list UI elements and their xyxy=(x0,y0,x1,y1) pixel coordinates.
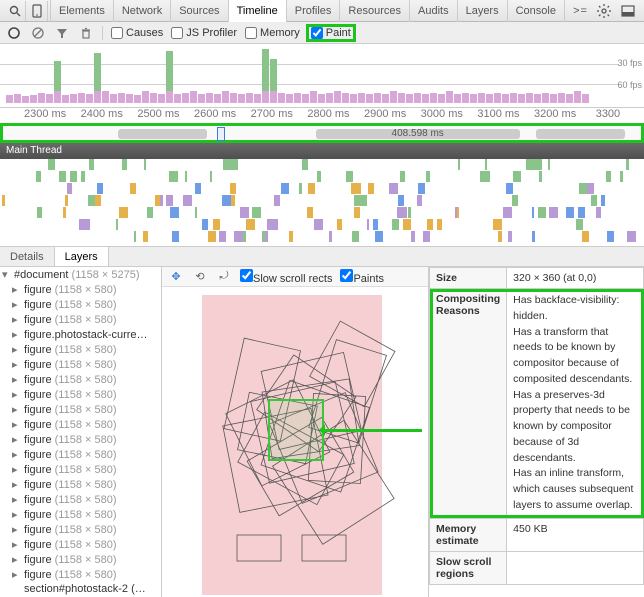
paint-label: Paint xyxy=(326,27,351,39)
subtab-details[interactable]: Details xyxy=(0,247,55,266)
overview-duration: 408.598 ms xyxy=(392,128,444,139)
paint-checkbox[interactable]: Paint xyxy=(308,26,354,40)
fps-60-label: 60 fps xyxy=(617,80,642,90)
dock-icon[interactable] xyxy=(616,1,640,21)
tree-row[interactable]: ▸ figure (1158 × 580) xyxy=(0,462,161,477)
layer-properties: Size 320 × 360 (at 0,0) Compositing Reas… xyxy=(428,267,644,597)
slow-rects-label: Slow scroll rects xyxy=(253,273,332,285)
tab-audits[interactable]: Audits xyxy=(409,0,457,22)
ruler-tick: 2700 ms xyxy=(251,108,293,120)
causes-checkbox[interactable]: Causes xyxy=(111,27,163,39)
record-icon[interactable] xyxy=(6,25,22,41)
tree-row[interactable]: ▸ figure (1158 × 580) xyxy=(0,357,161,372)
prop-size-key: Size xyxy=(430,268,507,289)
time-ruler: 2300 ms 2400 ms 2500 ms 2600 ms 2700 ms 2800 … xyxy=(0,108,644,123)
ruler-tick: 2600 ms xyxy=(194,108,236,120)
jsprofiler-label: JS Profiler xyxy=(186,27,237,39)
garbage-icon[interactable] xyxy=(78,25,94,41)
tree-row[interactable]: ▸ figure (1158 × 580) xyxy=(0,492,161,507)
causes-label: Causes xyxy=(126,27,163,39)
rotate-icon[interactable]: ⟲ xyxy=(192,269,208,285)
prop-size-val: 320 × 360 (at 0,0) xyxy=(507,268,644,289)
tree-row[interactable]: section#photostack-2 (… xyxy=(0,582,161,596)
tree-row[interactable]: ▸ figure (1158 × 580) xyxy=(0,402,161,417)
paints-checkbox[interactable]: Paints xyxy=(340,269,384,285)
prop-ssr-key: Slow scroll regions xyxy=(430,551,507,584)
prop-comp-key: Compositing Reasons xyxy=(430,289,507,519)
ruler-tick: 2300 ms xyxy=(24,108,66,120)
device-icon[interactable] xyxy=(26,1,48,21)
ruler-tick: 3000 ms xyxy=(421,108,463,120)
annotation-arrow xyxy=(322,429,422,432)
tree-row[interactable]: ▸ figure (1158 × 580) xyxy=(0,387,161,402)
tree-row[interactable]: ▾ #document (1158 × 5275) xyxy=(0,267,161,282)
reset-icon[interactable]: ⤾ xyxy=(216,269,232,285)
fps-chart[interactable]: 30 fps 60 fps xyxy=(0,44,644,108)
tab-network[interactable]: Network xyxy=(113,0,170,22)
ruler-tick: 2800 ms xyxy=(307,108,349,120)
paints-label: Paints xyxy=(353,273,384,285)
tree-row[interactable]: ▸ figure (1158 × 580) xyxy=(0,417,161,432)
tab-layers[interactable]: Layers xyxy=(457,0,507,22)
tree-row[interactable]: ▸ figure (1158 × 580) xyxy=(0,507,161,522)
layer-tree[interactable]: ▾ #document (1158 × 5275)▸ figure (1158 … xyxy=(0,267,162,597)
subtab-layers[interactable]: Layers xyxy=(55,247,109,266)
tree-row[interactable]: ▸ figure (1158 × 580) xyxy=(0,282,161,297)
flame-chart[interactable] xyxy=(0,159,644,247)
tree-row[interactable]: ▸ figure (1158 × 580) xyxy=(0,477,161,492)
tree-row[interactable]: ▸ figure (1158 × 580) xyxy=(0,567,161,582)
tree-row[interactable]: ▸ figure (1158 × 580) xyxy=(0,432,161,447)
tree-row[interactable]: ▸ figure (1158 × 580) xyxy=(0,312,161,327)
main-thread-header: Main Thread xyxy=(0,143,644,159)
tab-resources[interactable]: Resources xyxy=(339,0,409,22)
tree-row[interactable]: ▸ figure (1158 × 580) xyxy=(0,297,161,312)
tree-row[interactable]: ▸ figure.photostack-curre… xyxy=(0,327,161,342)
tab-timeline[interactable]: Timeline xyxy=(228,0,286,22)
settings-gear-icon[interactable] xyxy=(592,1,616,21)
memory-checkbox[interactable]: Memory xyxy=(245,27,300,39)
tab-profiles[interactable]: Profiles xyxy=(286,0,340,22)
pan-icon[interactable]: ✥ xyxy=(168,269,184,285)
filter-icon[interactable] xyxy=(54,25,70,41)
ruler-tick: 3100 ms xyxy=(477,108,519,120)
prop-comp-val: Has backface-visibility: hidden. Has a t… xyxy=(507,289,644,519)
drawer-toggle-icon[interactable]: > = xyxy=(568,1,592,21)
layer-stage[interactable] xyxy=(162,287,428,597)
jsprofiler-checkbox[interactable]: JS Profiler xyxy=(171,27,237,39)
clear-icon[interactable] xyxy=(30,25,46,41)
ruler-tick: 2500 ms xyxy=(137,108,179,120)
slow-rects-checkbox[interactable]: Slow scroll rects xyxy=(240,269,332,285)
tab-sources[interactable]: Sources xyxy=(170,0,227,22)
prop-ssr-val xyxy=(507,551,644,584)
tree-row[interactable]: ▸ figure (1158 × 580) xyxy=(0,447,161,462)
tab-console[interactable]: Console xyxy=(507,0,565,22)
ruler-tick: 2400 ms xyxy=(81,108,123,120)
prop-mem-val: 450 KB xyxy=(507,518,644,551)
memory-label: Memory xyxy=(260,27,300,39)
overview-scrubber[interactable]: 408.598 ms xyxy=(0,123,644,143)
main-tabs: ElementsNetworkSourcesTimelineProfilesRe… xyxy=(50,0,565,22)
tab-elements[interactable]: Elements xyxy=(50,0,113,22)
prop-mem-key: Memory estimate xyxy=(430,518,507,551)
tree-row[interactable]: ▸ figure (1158 × 580) xyxy=(0,342,161,357)
tree-row[interactable]: ▸ figure (1158 × 580) xyxy=(0,537,161,552)
ruler-tick: 3200 ms xyxy=(534,108,576,120)
tree-row[interactable]: ▸ figure (1158 × 580) xyxy=(0,372,161,387)
fps-30-label: 30 fps xyxy=(617,58,642,68)
tree-row[interactable]: ▸ figure (1158 × 580) xyxy=(0,522,161,537)
search-icon[interactable] xyxy=(4,1,26,21)
ruler-tick: 2900 ms xyxy=(364,108,406,120)
tree-row[interactable]: ▸ figure (1158 × 580) xyxy=(0,552,161,567)
